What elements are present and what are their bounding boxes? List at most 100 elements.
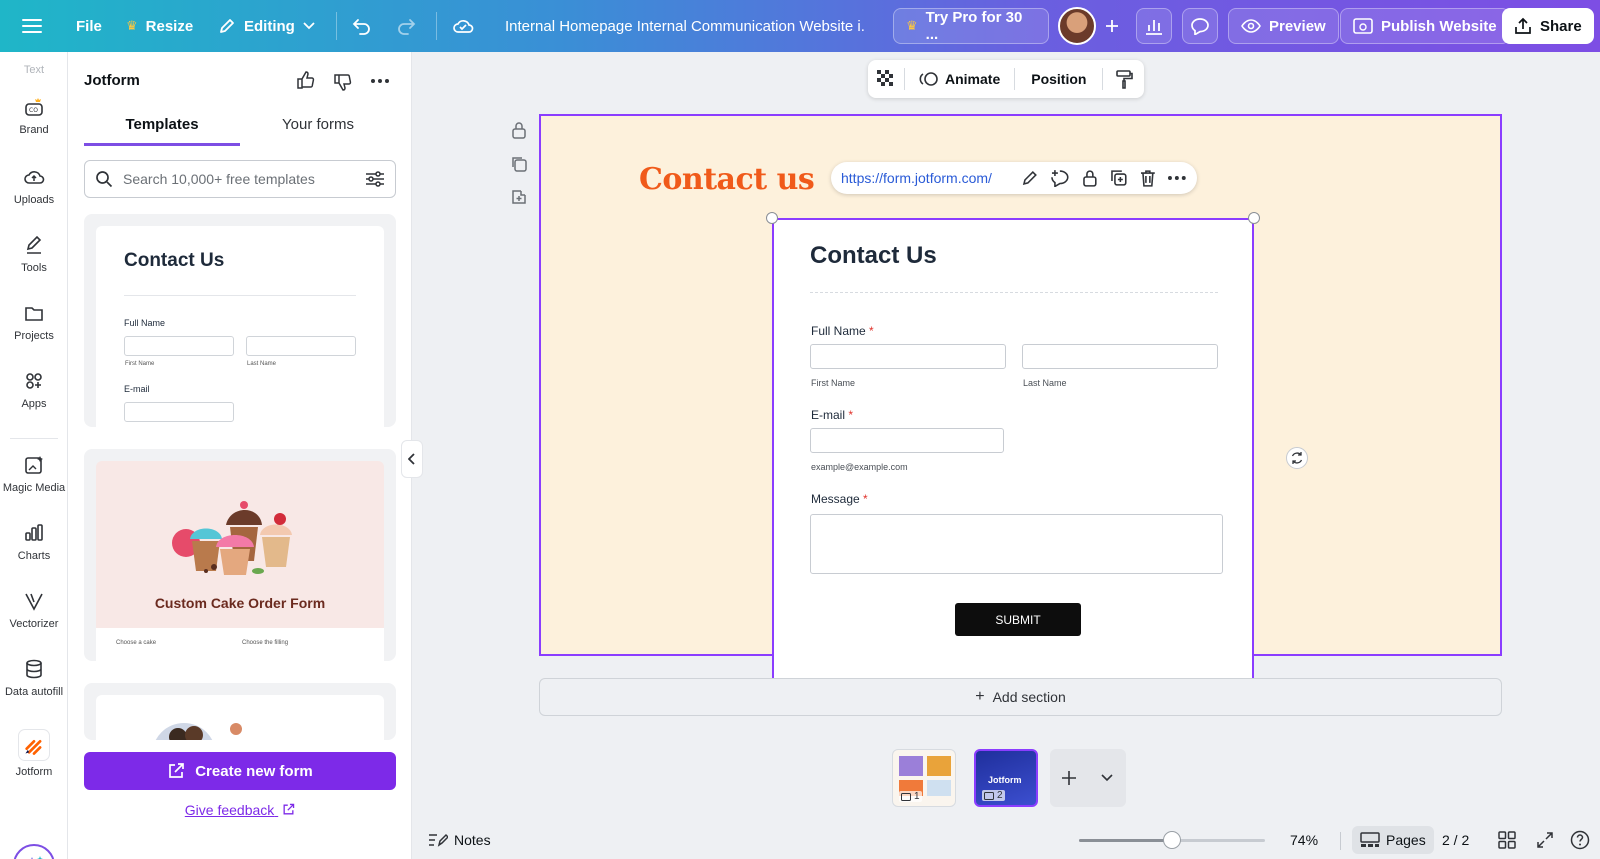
grid-view-button[interactable]: [1498, 826, 1516, 854]
add-collaborator-button[interactable]: [1098, 8, 1126, 44]
add-page-button[interactable]: [508, 186, 530, 208]
first-name-field[interactable]: [810, 344, 1006, 369]
last-name-field[interactable]: [1022, 344, 1218, 369]
rail-item-uploads[interactable]: Uploads: [0, 166, 68, 206]
zoom-level[interactable]: 74%: [1290, 826, 1318, 854]
page-options-button[interactable]: [1088, 749, 1126, 807]
comments-button[interactable]: [1182, 8, 1218, 44]
thumbnail-block: [927, 780, 951, 796]
template-card-partial[interactable]: [84, 683, 396, 740]
trash-icon[interactable]: [1140, 169, 1156, 187]
undo-button[interactable]: [352, 8, 372, 44]
position-button[interactable]: Position: [1031, 71, 1086, 87]
resize-handle[interactable]: [766, 212, 778, 224]
editing-dropdown[interactable]: Editing: [218, 8, 315, 44]
try-pro-button[interactable]: ♛ Try Pro for 30 ...: [893, 8, 1049, 44]
rail-item-vectorizer[interactable]: Vectorizer: [0, 590, 68, 630]
template-preview: [96, 695, 384, 740]
page-number-text: 2: [997, 790, 1003, 801]
page-number: 2: [982, 790, 1005, 801]
help-button[interactable]: [1570, 826, 1590, 854]
magic-assistant-button[interactable]: [13, 844, 55, 859]
rail-item-magic-media[interactable]: Magic Media: [0, 454, 68, 494]
chevron-down-icon: [1101, 774, 1113, 782]
resize-button[interactable]: ♛ Resize: [126, 8, 193, 44]
menu-button[interactable]: [22, 8, 42, 44]
panel-title: Jotform: [84, 72, 140, 89]
submit-button[interactable]: SUBMIT: [955, 603, 1081, 636]
divider: [124, 295, 356, 296]
message-textarea[interactable]: [810, 514, 1223, 574]
rail-item-data-autofill[interactable]: Data autofill: [0, 658, 68, 698]
embed-url[interactable]: https://form.jotform.com/: [841, 170, 1009, 186]
tab-your-forms[interactable]: Your forms: [240, 110, 396, 146]
rail-item-projects[interactable]: Projects: [0, 302, 68, 342]
rail-item-charts[interactable]: Charts: [0, 522, 68, 562]
avatar[interactable]: [1058, 7, 1096, 45]
page-thumbnail-2[interactable]: Jotform 2: [974, 749, 1038, 807]
zoom-slider[interactable]: [1079, 831, 1265, 849]
transparency-button[interactable]: [868, 70, 904, 88]
publish-website-button[interactable]: Publish Website: [1340, 8, 1510, 44]
website-icon: [984, 791, 994, 800]
template-preview: Contact Us Full Name First Name Last Nam…: [96, 226, 384, 427]
charts-icon: [25, 524, 43, 541]
rotate-handle[interactable]: [1286, 447, 1308, 469]
add-page-button[interactable]: [1050, 749, 1088, 807]
tab-templates[interactable]: Templates: [84, 110, 240, 146]
rail-label: Tools: [21, 262, 47, 274]
draw-tool-icon: [26, 235, 42, 254]
rail-item-brand[interactable]: CO Brand: [0, 96, 68, 136]
svg-text:CO: CO: [29, 107, 38, 114]
fullscreen-button[interactable]: [1536, 826, 1554, 854]
rail-item-apps[interactable]: Apps: [0, 370, 68, 410]
panel-tabs: Templates Your forms: [84, 110, 396, 146]
collapse-panel-button[interactable]: [401, 440, 423, 478]
cloud-check-icon: [453, 20, 474, 33]
preview-button[interactable]: Preview: [1228, 8, 1339, 44]
first-name-sublabel: First Name: [811, 378, 856, 388]
duplicate-icon[interactable]: [1110, 169, 1128, 187]
comment-add-icon[interactable]: [1050, 169, 1070, 187]
paint-roller-icon[interactable]: [1115, 69, 1134, 89]
template-card-cake-order[interactable]: Custom Cake Order Form Choose a cake Cho…: [84, 449, 396, 661]
animate-button[interactable]: Animate: [919, 70, 1000, 88]
pages-button[interactable]: Pages: [1352, 826, 1434, 854]
template-card-contact-us[interactable]: Contact Us Full Name First Name Last Nam…: [84, 214, 396, 427]
redo-button[interactable]: [396, 8, 416, 44]
resize-handle[interactable]: [1248, 212, 1260, 224]
zoom-slider-handle[interactable]: [1163, 831, 1181, 849]
lock-icon[interactable]: [1082, 169, 1098, 187]
more-options-icon[interactable]: [370, 78, 390, 84]
duplicate-page-button[interactable]: [508, 153, 530, 175]
filter-icon[interactable]: [365, 170, 385, 188]
add-section-button[interactable]: + Add section: [539, 678, 1502, 716]
insights-button[interactable]: [1136, 8, 1172, 44]
template-title: Contact Us: [124, 250, 225, 271]
cloud-save-button[interactable]: [452, 8, 474, 44]
lock-page-button[interactable]: [508, 119, 530, 141]
thumbs-down-icon[interactable]: [333, 72, 353, 92]
add-page-control: [1050, 749, 1126, 807]
email-field[interactable]: [810, 428, 1004, 453]
search-input[interactable]: [123, 171, 355, 187]
pencil-icon[interactable]: [1021, 169, 1039, 187]
file-menu[interactable]: File: [76, 8, 102, 44]
more-options-icon[interactable]: [1167, 175, 1187, 181]
embedded-jotform[interactable]: Contact Us Full Name * First Name Last N…: [772, 218, 1254, 696]
create-form-label: Create new form: [195, 762, 313, 780]
give-feedback-link[interactable]: Give feedback: [68, 802, 412, 818]
plus-icon: [1106, 20, 1118, 32]
thumbs-up-icon[interactable]: [296, 70, 316, 90]
create-new-form-button[interactable]: Create new form: [84, 752, 396, 790]
rail-item-jotform[interactable]: Jotform: [0, 730, 68, 778]
share-button[interactable]: Share: [1502, 8, 1594, 44]
add-page-icon: [512, 190, 526, 204]
page-thumbnail-1[interactable]: 1: [892, 749, 956, 807]
notes-button[interactable]: Notes: [428, 826, 491, 854]
document-title[interactable]: Internal Homepage Internal Communication…: [505, 8, 865, 44]
rail-item-text-faded[interactable]: Text: [0, 64, 68, 76]
page-heading[interactable]: Contact us: [639, 162, 815, 197]
rail-label: Apps: [21, 398, 47, 410]
rail-item-tools[interactable]: Tools: [0, 234, 68, 274]
